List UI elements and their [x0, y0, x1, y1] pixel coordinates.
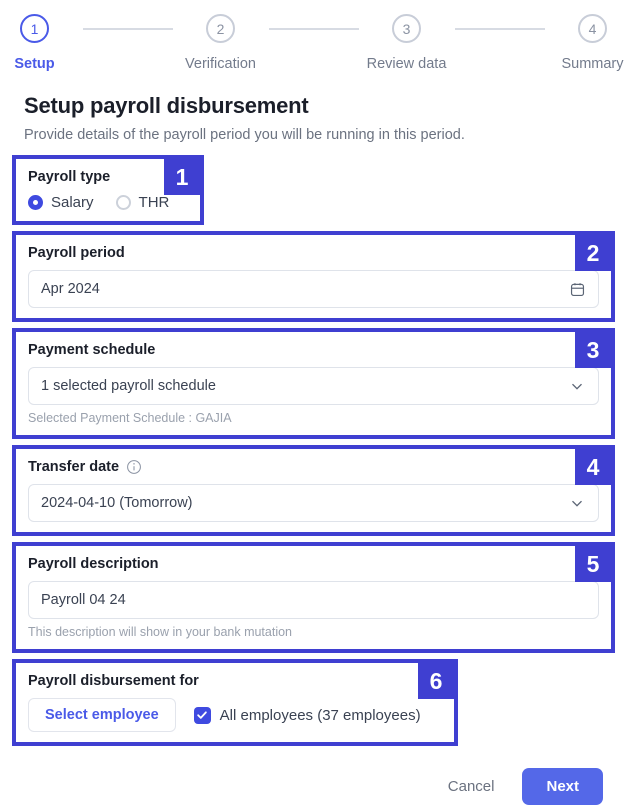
chevron-down-icon[interactable]: [568, 494, 586, 512]
form-body: 1 Payroll type Salary THR 2 Payroll peri…: [0, 155, 627, 746]
transfer-date-select[interactable]: 2024-04-10 (Tomorrow): [28, 484, 599, 522]
step-label-setup: Setup: [14, 56, 54, 72]
payroll-description-helper: This description will show in your bank …: [28, 625, 599, 639]
step-connector-1: [83, 28, 173, 30]
radio-option-thr[interactable]: THR: [116, 194, 170, 211]
checkbox-icon-all-employees[interactable]: [194, 707, 211, 724]
badge-3: 3: [575, 332, 611, 368]
all-employees-checkbox-row[interactable]: All employees (37 employees): [194, 707, 421, 724]
radio-icon-thr[interactable]: [116, 195, 131, 210]
step-setup[interactable]: 1 Setup: [0, 14, 83, 72]
radio-option-salary[interactable]: Salary: [28, 194, 94, 211]
step-verification[interactable]: 2 Verification: [173, 14, 269, 72]
payroll-period-input[interactable]: Apr 2024: [28, 270, 599, 308]
transfer-date-value: 2024-04-10 (Tomorrow): [41, 496, 193, 511]
label-disbursement-for: Payroll disbursement for: [28, 673, 442, 689]
badge-5: 5: [575, 546, 611, 582]
radio-group-payroll-type: Salary THR: [28, 194, 188, 211]
page-subtitle: Provide details of the payroll period yo…: [24, 127, 603, 143]
transfer-date-label-text: Transfer date: [28, 459, 119, 475]
calendar-icon[interactable]: [569, 281, 586, 298]
all-employees-label: All employees (37 employees): [220, 707, 421, 724]
page-title: Setup payroll disbursement: [24, 93, 603, 119]
step-connector-2: [269, 28, 359, 30]
section-payroll-period: 2 Payroll period Apr 2024: [12, 231, 615, 322]
label-payment-schedule: Payment schedule: [28, 342, 599, 358]
label-transfer-date: Transfer date: [28, 459, 599, 475]
label-payroll-period: Payroll period: [28, 245, 599, 261]
step-circle-3: 3: [392, 14, 421, 43]
section-transfer-date: 4 Transfer date 2024-04-10 (Tomorrow): [12, 445, 615, 536]
badge-4: 4: [575, 449, 611, 485]
section-disbursement-for: 6 Payroll disbursement for Select employ…: [12, 659, 458, 746]
radio-label-salary: Salary: [51, 194, 94, 211]
step-summary[interactable]: 4 Summary: [545, 14, 627, 72]
payroll-description-input[interactable]: Payroll 04 24: [28, 581, 599, 619]
info-icon[interactable]: [126, 459, 142, 475]
payroll-description-value: Payroll 04 24: [41, 593, 126, 608]
page-header: Setup payroll disbursement Provide detai…: [0, 88, 627, 143]
step-label-review-data: Review data: [367, 56, 447, 72]
step-review-data[interactable]: 3 Review data: [359, 14, 455, 72]
section-payment-schedule: 3 Payment schedule 1 selected payroll sc…: [12, 328, 615, 439]
step-circle-4: 4: [578, 14, 607, 43]
badge-6: 6: [418, 663, 454, 699]
step-circle-2: 2: [206, 14, 235, 43]
stepper: 1 Setup 2 Verification 3 Review data 4 S…: [0, 0, 627, 88]
radio-label-thr: THR: [139, 194, 170, 211]
payment-schedule-helper: Selected Payment Schedule : GAJIA: [28, 411, 599, 425]
select-employee-button[interactable]: Select employee: [28, 698, 176, 732]
badge-1: 1: [164, 159, 200, 195]
form-footer: Cancel Next: [0, 752, 627, 805]
step-label-summary: Summary: [561, 56, 623, 72]
step-circle-1: 1: [20, 14, 49, 43]
payroll-period-value: Apr 2024: [41, 282, 100, 297]
label-payroll-description: Payroll description: [28, 556, 599, 572]
payment-schedule-select[interactable]: 1 selected payroll schedule: [28, 367, 599, 405]
next-button[interactable]: Next: [522, 768, 603, 805]
radio-icon-salary[interactable]: [28, 195, 43, 210]
step-label-verification: Verification: [185, 56, 256, 72]
step-connector-3: [455, 28, 545, 30]
section-payroll-description: 5 Payroll description Payroll 04 24 This…: [12, 542, 615, 653]
badge-2: 2: [575, 235, 611, 271]
disbursement-controls: Select employee All employees (37 employ…: [28, 698, 442, 732]
section-payroll-type: 1 Payroll type Salary THR: [12, 155, 204, 225]
payment-schedule-value: 1 selected payroll schedule: [41, 379, 216, 394]
cancel-button[interactable]: Cancel: [442, 777, 501, 796]
chevron-down-icon[interactable]: [568, 377, 586, 395]
